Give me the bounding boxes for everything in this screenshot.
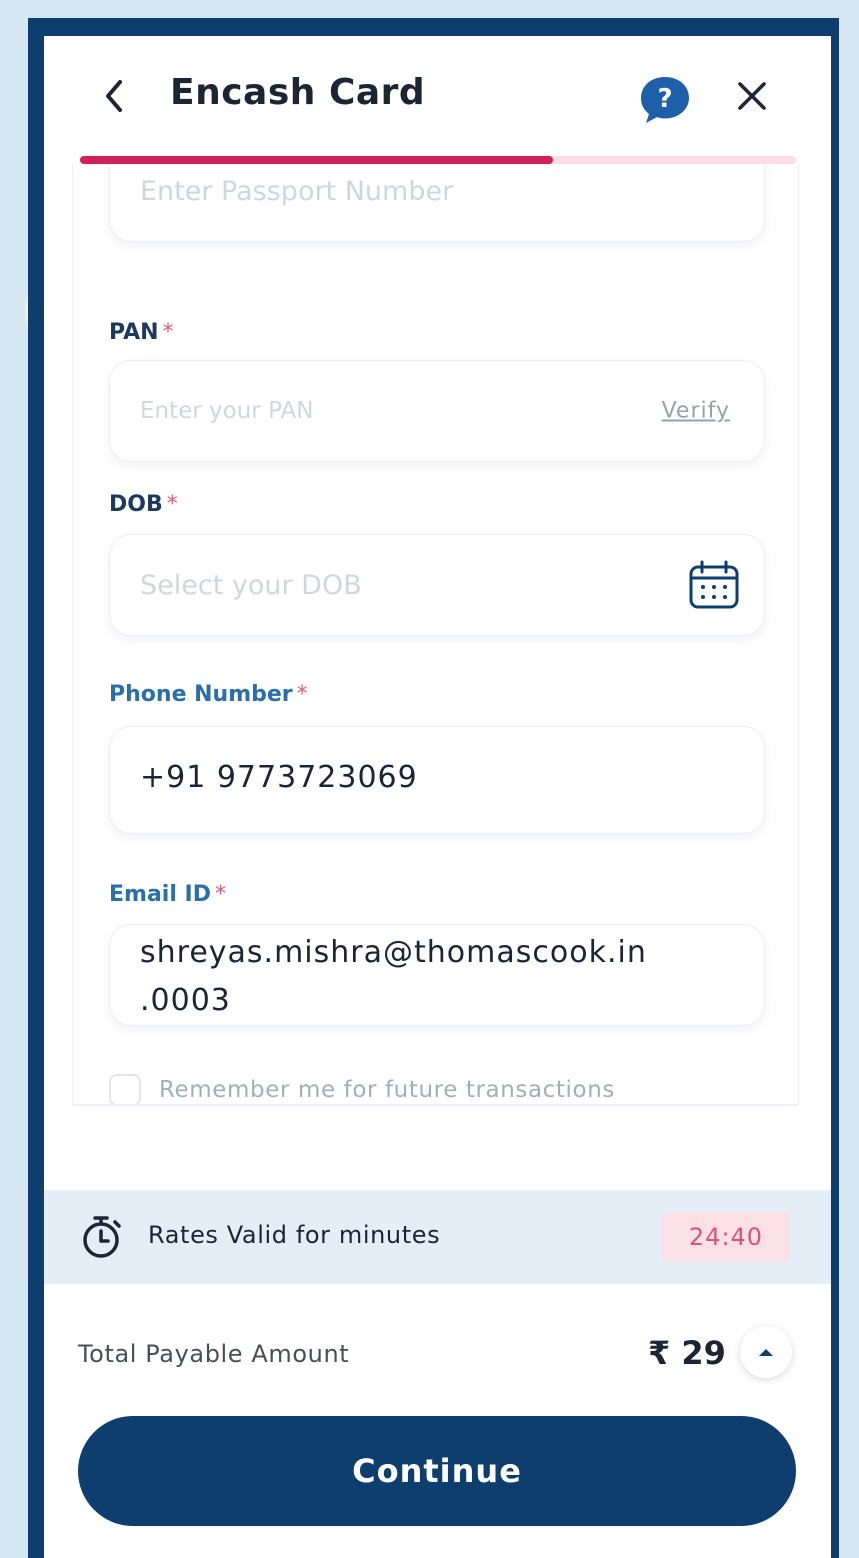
total-payable-label: Total Payable Amount <box>78 1340 350 1368</box>
passport-input[interactable] <box>140 164 660 241</box>
pan-label: PAN * <box>109 320 174 345</box>
pan-label-text: PAN <box>109 320 159 345</box>
phone-value: +91 9773723069 <box>140 760 418 795</box>
dob-label-text: DOB <box>109 492 163 517</box>
form-card: PAN* Verify DOB* <box>72 164 799 1106</box>
progress-fill <box>80 156 553 164</box>
passport-field[interactable] <box>109 164 765 242</box>
rates-valid-text: Rates Valid for minutes <box>148 1221 441 1249</box>
dob-label: DOB * <box>109 492 178 517</box>
remember-row: Remember me for future transactions <box>109 1070 615 1104</box>
verify-pan-link[interactable]: Verify <box>662 399 730 424</box>
email-field[interactable]: shreyas.mishra@thomascook.in .0003 <box>109 924 765 1026</box>
encash-card-screen: Encash Card ? PAN* Verify <box>44 36 831 1558</box>
chevron-left-icon <box>106 80 122 112</box>
required-mark: * <box>166 492 178 517</box>
required-mark: * <box>162 320 174 345</box>
back-button[interactable] <box>96 76 132 116</box>
email-label-text: Email ID <box>109 882 211 907</box>
phone-label: Phone Number * <box>109 682 308 707</box>
chevron-up-icon <box>759 1349 773 1356</box>
phone-label-text: Phone Number <box>109 682 293 707</box>
help-button[interactable]: ? <box>636 74 694 126</box>
help-chat-icon: ? <box>641 77 689 123</box>
email-value-line2: .0003 <box>140 983 231 1018</box>
progress-bar <box>80 156 796 164</box>
dob-field[interactable] <box>109 534 765 636</box>
calendar-icon <box>689 560 739 609</box>
remember-label: Remember me for future transactions <box>159 1077 615 1103</box>
pan-field[interactable]: Verify <box>109 360 765 462</box>
expand-summary-button[interactable] <box>740 1326 792 1378</box>
rates-validity-bar: Rates Valid for minutes 24:40 <box>44 1190 831 1284</box>
close-icon <box>738 82 766 110</box>
remember-checkbox[interactable] <box>109 1074 141 1104</box>
phone-field[interactable]: +91 9773723069 <box>109 726 765 834</box>
email-label: Email ID * <box>109 882 226 907</box>
pan-input[interactable] <box>140 361 660 461</box>
stopwatch-icon <box>83 1216 121 1258</box>
email-value-line1: shreyas.mishra@thomascook.in <box>140 935 647 970</box>
header: Encash Card ? <box>44 36 831 156</box>
page-title: Encash Card <box>170 72 426 113</box>
total-payable-amount: ₹ 29 <box>648 1334 726 1372</box>
continue-button[interactable]: Continue <box>78 1416 796 1526</box>
required-mark: * <box>215 882 226 907</box>
svg-text:?: ? <box>657 84 672 114</box>
required-mark: * <box>296 682 308 707</box>
countdown-timer: 24:40 <box>662 1212 790 1262</box>
close-button[interactable] <box>732 76 772 116</box>
dob-input[interactable] <box>140 535 660 635</box>
calendar-button[interactable] <box>686 559 742 611</box>
